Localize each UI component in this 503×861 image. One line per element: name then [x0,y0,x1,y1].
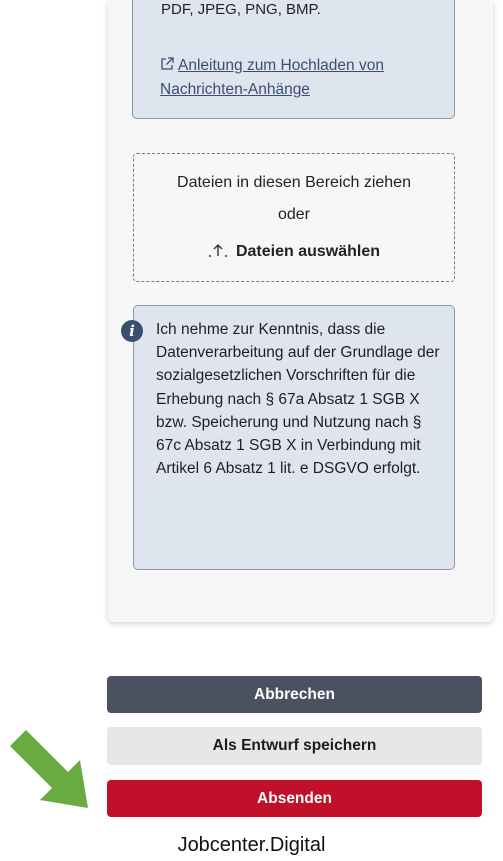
dropzone-or: oder [277,206,311,223]
file-dropzone[interactable]: Dateien in diesen Bereich ziehen oder Da… [133,153,455,282]
footer-caption: Jobcenter.Digital [177,834,326,856]
upload-guide-link[interactable]: Anleitung zum Hochladen von Nachrichten-… [160,54,440,102]
select-files-button[interactable]: Dateien auswählen [134,242,454,261]
select-files-label[interactable]: Dateien auswählen [236,243,380,260]
upload-guide-link-label[interactable]: Anleitung zum Hochladen von Nachrichten-… [160,57,384,98]
dropzone-instruction: Dateien in diesen Bereich ziehen [177,174,411,191]
privacy-notice-text: Ich nehme zur Kenntnis, dass die Datenve… [156,321,440,478]
send-button[interactable]: Absenden [107,780,482,817]
external-link-icon [161,57,174,70]
info-icon: i [121,320,143,342]
cancel-button[interactable]: Abbrechen [107,676,482,713]
privacy-notice: Ich nehme zur Kenntnis, dass die Datenve… [133,305,455,570]
upload-icon [208,244,227,257]
upload-info-box: PDF, JPEG, PNG, BMP. Anleitung zum Hochl… [132,0,455,119]
save-draft-button[interactable]: Als Entwurf speichern [107,727,482,765]
allowed-file-types: PDF, JPEG, PNG, BMP. [161,1,321,18]
arrow-icon [10,730,88,808]
